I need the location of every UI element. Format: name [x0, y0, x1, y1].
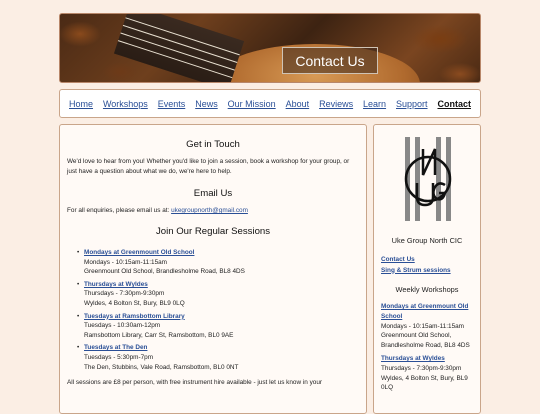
email-link[interactable]: ukegroupnorth@gmail.com [171, 207, 248, 214]
get-in-touch-text: We'd love to hear from you! Whether you'… [67, 158, 350, 175]
main-nav: Home Workshops Events News Our Mission A… [59, 89, 481, 118]
session-link[interactable]: Tuesdays at The Den [84, 343, 359, 353]
email-heading: Email Us [193, 187, 233, 199]
workshop-place: Wyldes, 4 Bolton St, Bury, BL9 0LQ [381, 374, 468, 392]
email-prefix: For all enquiries, please email us at: [67, 207, 172, 214]
weekly-workshops-heading: Weekly Workshops [395, 285, 459, 295]
session-place: Wyldes, 4 Bolton St, Bury, BL9 0LQ [84, 300, 185, 308]
workshop-item: Mondays at Greenmount Old School Mondays… [381, 302, 473, 350]
sidebar-link-contact-us[interactable]: Contact Us [381, 255, 473, 265]
sessions-list: Mondays at Greenmount Old School Mondays… [77, 248, 359, 372]
session-time: Tuesdays - 5:30pm-7pm [84, 354, 154, 362]
session-time: Thursdays - 7:30pm-9:30pm [84, 290, 165, 298]
list-item: Tuesdays at Ramsbottom Library Tuesdays … [77, 312, 359, 341]
sessions-footer-text: All sessions are £8 per person, with fre… [67, 379, 323, 387]
org-name: Uke Group North CIC [391, 236, 463, 245]
email-text: For all enquiries, please email us at: u… [67, 206, 359, 216]
uke-group-north-logo [404, 137, 452, 221]
nav-workshops[interactable]: Workshops [103, 99, 148, 109]
session-place: Greenmount Old School, Brandlesholme Roa… [84, 268, 245, 276]
session-time: Mondays - 10:15am-11:15am [84, 258, 168, 266]
nav-news[interactable]: News [195, 99, 218, 109]
nav-support[interactable]: Support [396, 99, 428, 109]
get-in-touch-heading: Get in Touch [186, 139, 240, 150]
workshop-link[interactable]: Mondays at Greenmount Old School [381, 302, 473, 321]
sidebar-link-sing-strum[interactable]: Sing & Strum sessions [381, 266, 473, 276]
session-link[interactable]: Thursdays at Wyldes [84, 280, 359, 290]
list-item: Thursdays at Wyldes Thursdays - 7:30pm-9… [77, 280, 359, 309]
nav-learn[interactable]: Learn [363, 99, 386, 109]
workshop-link[interactable]: Thursdays at Wyldes [381, 354, 473, 364]
workshop-item: Thursdays at Wyldes Thursdays - 7:30pm-9… [381, 354, 473, 392]
session-place: Ramsbottom Library, Carr St, Ramsbottom,… [84, 331, 234, 339]
session-place: The Den, Stubbins, Vale Road, Ramsbottom… [84, 363, 239, 371]
sidebar-content: Contact Us Sing & Strum sessions Weekly … [381, 255, 473, 393]
header-banner: Contact Us [59, 13, 481, 83]
nav-reviews[interactable]: Reviews [319, 99, 353, 109]
list-item: Mondays at Greenmount Old School Mondays… [77, 248, 359, 277]
nav-contact[interactable]: Contact [437, 99, 471, 109]
session-link[interactable]: Tuesdays at Ramsbottom Library [84, 312, 359, 322]
sidebar: Uke Group North CIC Contact Us Sing & St… [373, 124, 481, 414]
ukulele-neck-image [113, 14, 245, 82]
nav-about[interactable]: About [286, 99, 310, 109]
main-content: Get in Touch We'd love to hear from you!… [59, 124, 367, 414]
page-title: Contact Us [282, 47, 378, 74]
nav-home[interactable]: Home [69, 99, 93, 109]
session-time: Tuesdays - 10:30am-12pm [84, 322, 161, 330]
workshop-time: Mondays - 10:15am-11:15am [381, 322, 465, 330]
workshop-place: Greenmount Old School, Brandlesholme Roa… [381, 332, 470, 349]
list-item: Tuesdays at The Den Tuesdays - 5:30pm-7p… [77, 343, 359, 372]
workshop-time: Thursdays - 7:30pm-9:30pm [381, 364, 462, 372]
nav-events[interactable]: Events [158, 99, 186, 109]
nav-our-mission[interactable]: Our Mission [228, 99, 276, 109]
sessions-heading: Join Our Regular Sessions [155, 225, 271, 237]
session-link[interactable]: Mondays at Greenmount Old School [84, 248, 359, 258]
